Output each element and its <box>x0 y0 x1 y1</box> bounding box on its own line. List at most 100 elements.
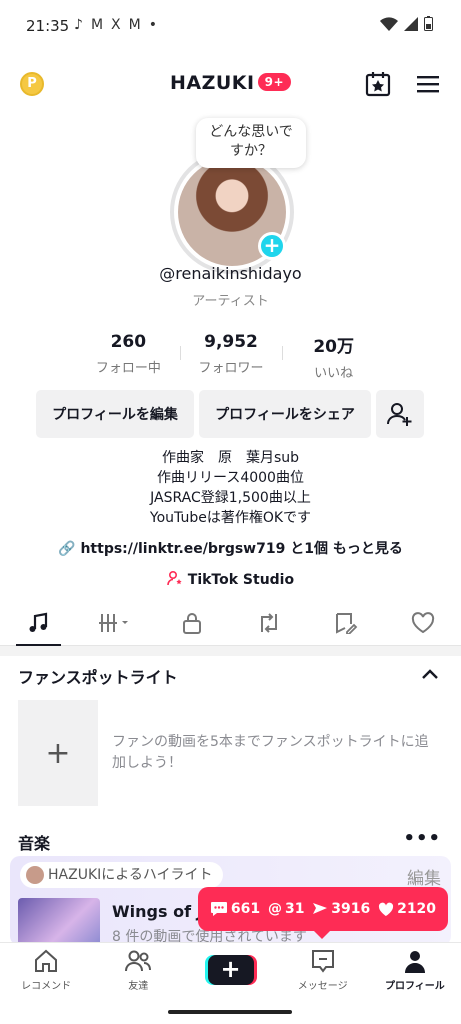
home-indicator <box>168 1010 292 1014</box>
nav-profile[interactable]: プロフィール <box>369 943 461 1002</box>
tab-music[interactable] <box>0 600 77 646</box>
music-section-title: 音楽 <box>18 834 51 853</box>
section-divider <box>0 646 461 656</box>
username-title: HAZUKI <box>169 72 255 94</box>
heart-filled-icon <box>378 902 394 916</box>
mentions-count: @ 31 <box>268 901 304 917</box>
add-story-icon[interactable]: + <box>258 232 286 260</box>
more-options-button[interactable]: ••• <box>403 828 441 849</box>
signal-icon <box>404 16 418 31</box>
bottom-nav: レコメンド 友達 + メッセージ プロフィール <box>0 942 461 1002</box>
fan-spotlight-title: ファンスポットライト <box>18 668 178 687</box>
stat-label: フォロワー <box>198 361 264 376</box>
menu-icon[interactable] <box>414 70 442 98</box>
playlist-icon <box>99 613 129 632</box>
content-tabs <box>0 600 461 646</box>
profile-bio: 作曲家 原 葉月sub 作曲リリース4000曲位 JASRAC登録1,500曲以… <box>0 448 461 528</box>
stat-value: 260 <box>110 332 147 352</box>
nav-label: レコメンド <box>21 981 72 992</box>
battery-icon <box>424 16 433 31</box>
add-spotlight-button[interactable]: + <box>18 700 98 806</box>
send-icon <box>313 903 328 914</box>
profile-icon <box>404 951 425 973</box>
comment-icon <box>210 902 227 916</box>
heart-icon <box>411 611 434 633</box>
shares-value: 3916 <box>331 901 371 917</box>
nav-label: メッセージ <box>297 981 348 992</box>
tagged-icon <box>335 612 357 634</box>
tiktok-icon: ♪ <box>74 17 83 33</box>
calendar-star-icon[interactable] <box>364 70 392 98</box>
nav-label: プロフィール <box>385 981 445 992</box>
repost-icon <box>260 612 277 633</box>
create-button[interactable]: + <box>207 955 254 985</box>
at-icon: @ <box>267 901 282 917</box>
link-icon: 🔗 <box>58 541 76 557</box>
bubble-line: どんな思いで <box>209 124 293 140</box>
profile-handle: @renaikinshidayo <box>159 264 302 283</box>
bio-line: JASRAC登録1,500曲以上 <box>150 490 311 506</box>
notification-badge: 9+ <box>257 73 291 91</box>
activity-popup[interactable]: 661 @ 31 3916 2120 <box>198 887 448 939</box>
highlight-label: HAZUKIによるハイライト <box>48 867 213 883</box>
bio-link[interactable]: 🔗 https://linktr.ee/brgsw719 と1個 もっと見る <box>0 538 461 558</box>
song-thumbnail <box>18 898 100 946</box>
likes-stat[interactable]: 20万 いいね <box>282 332 385 381</box>
likes-value: 2120 <box>397 901 437 917</box>
bio-line: YouTubeは著作権OKです <box>149 510 312 526</box>
tiktok-studio-link[interactable]: TikTok Studio <box>0 570 461 588</box>
home-icon <box>35 949 58 972</box>
system-icons <box>380 16 433 31</box>
share-profile-button[interactable]: プロフィールをシェア <box>199 390 371 438</box>
tab-playlists[interactable] <box>77 600 154 645</box>
tab-private[interactable] <box>154 600 231 645</box>
mini-avatar <box>26 866 44 884</box>
gmail-icon: M <box>128 17 141 33</box>
friends-icon <box>125 950 152 972</box>
comments-count: 661 <box>210 901 260 917</box>
following-stat[interactable]: 260 フォロー中 <box>77 332 180 378</box>
profile-actions: プロフィールを編集 プロフィールをシェア <box>36 390 424 438</box>
bio-line: 作曲リリース4000曲位 <box>157 470 304 486</box>
link-text: https://linktr.ee/brgsw719 と1個 もっと見る <box>80 541 403 557</box>
tab-liked[interactable] <box>384 600 461 645</box>
lock-icon <box>183 612 202 634</box>
stat-value: 20万 <box>313 337 355 357</box>
tab-tagged[interactable] <box>307 600 384 645</box>
nav-inbox[interactable]: メッセージ <box>277 943 369 1002</box>
dot-icon: • <box>148 17 157 33</box>
nav-label: 友達 <box>128 981 149 992</box>
profile-header: P HAZUKI 9+ <box>0 60 461 108</box>
thought-bubble[interactable]: どんな思いで すか？ <box>196 118 306 168</box>
status-time: 21:35 <box>26 17 70 35</box>
nav-friends[interactable]: 友達 <box>92 943 184 1002</box>
edit-highlight-button[interactable]: 編集 <box>407 864 441 889</box>
chevron-up-icon[interactable] <box>421 668 439 680</box>
wifi-icon <box>380 16 398 31</box>
shares-count: 3916 <box>312 901 370 917</box>
status-bar: 21:35 ♪ M X M • <box>0 0 461 52</box>
studio-person-icon <box>167 570 182 586</box>
add-friend-button[interactable] <box>376 390 424 438</box>
fan-spotlight-text: ファンの動画を5本までファンスポットライトに追加しよう！ <box>112 734 429 771</box>
nav-create[interactable]: + <box>184 943 276 1002</box>
mentions-value: 31 <box>284 901 305 917</box>
bio-line: 作曲家 原 葉月sub <box>161 450 300 466</box>
gmail-icon: M <box>90 17 104 33</box>
tab-reposts[interactable] <box>230 600 307 645</box>
add-user-icon <box>387 403 412 426</box>
comments-value: 661 <box>230 901 261 917</box>
stat-label: いいね <box>314 366 354 381</box>
music-note-icon <box>29 612 48 632</box>
nav-home[interactable]: レコメンド <box>0 943 92 1002</box>
stat-value: 9,952 <box>204 332 258 352</box>
message-icon <box>311 950 334 973</box>
profile-avatar[interactable]: + <box>170 150 294 274</box>
followers-stat[interactable]: 9,952 フォロワー <box>179 332 283 378</box>
edit-profile-button[interactable]: プロフィールを編集 <box>36 390 194 438</box>
notification-icons: ♪ M X M • <box>74 17 157 33</box>
likes-count: 2120 <box>378 901 436 917</box>
studio-text: TikTok Studio <box>187 572 295 588</box>
stat-label: フォロー中 <box>95 361 161 376</box>
bubble-line: すか？ <box>230 143 272 159</box>
